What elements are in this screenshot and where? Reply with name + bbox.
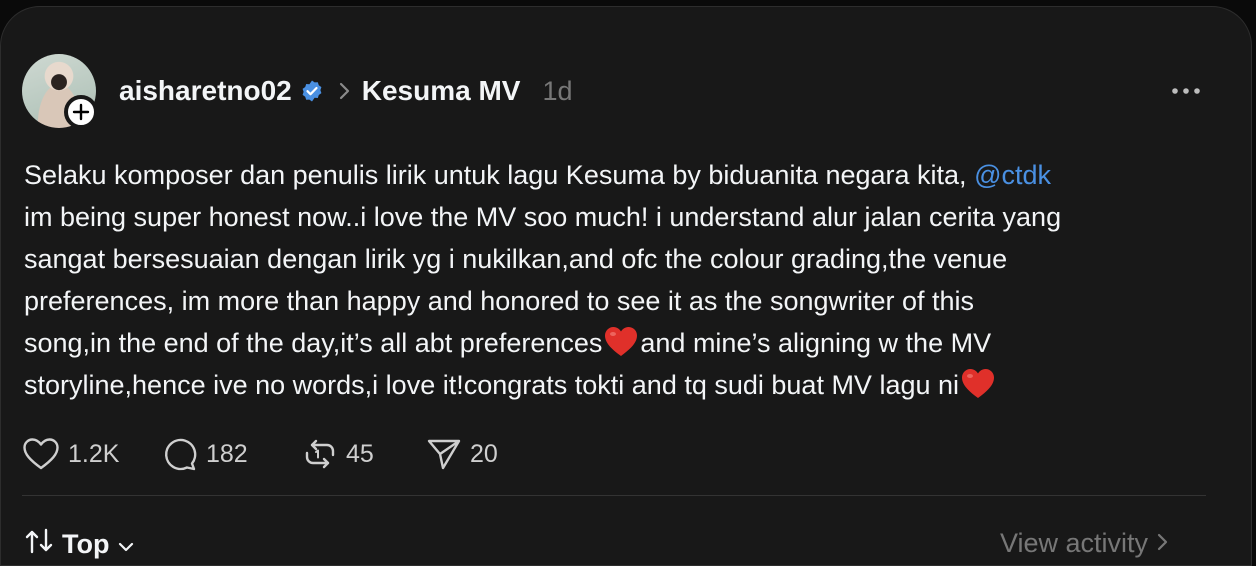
like-count: 1.2K bbox=[68, 439, 120, 468]
divider bbox=[22, 495, 1206, 496]
action-bar: 1.2K 182 45 20 bbox=[22, 432, 546, 476]
chevron-right-icon bbox=[338, 81, 352, 101]
comment-icon bbox=[162, 437, 198, 471]
post-timestamp: 1d bbox=[542, 75, 573, 106]
body-line: storyline,hence ive no words,i love it!c… bbox=[24, 364, 1234, 406]
view-activity-link[interactable]: View activity bbox=[1000, 528, 1170, 559]
reply-button[interactable]: 182 bbox=[162, 437, 302, 471]
view-activity-label: View activity bbox=[1000, 528, 1149, 558]
post-body: Selaku komposer dan penulis lirik untuk … bbox=[24, 154, 1234, 406]
body-line: im being super honest now..i love the MV… bbox=[24, 202, 1062, 232]
red-heart-emoji-icon bbox=[961, 368, 995, 400]
chevron-right-icon bbox=[1156, 528, 1170, 559]
send-icon bbox=[426, 437, 462, 471]
post-header: aisharetno02 Kesuma MV 1d bbox=[119, 72, 573, 110]
body-line: Selaku komposer dan penulis lirik untuk … bbox=[24, 160, 1052, 190]
heart-icon bbox=[22, 437, 60, 471]
topic-link[interactable]: Kesuma MV bbox=[362, 75, 521, 107]
repost-icon bbox=[302, 437, 338, 471]
chevron-down-icon bbox=[117, 529, 135, 560]
sort-arrows-icon bbox=[24, 528, 54, 561]
username-link[interactable]: aisharetno02 bbox=[119, 75, 292, 107]
more-dots-icon[interactable] bbox=[1166, 78, 1206, 104]
mention-link[interactable]: @ctdk bbox=[974, 160, 1051, 190]
repost-count: 45 bbox=[346, 439, 374, 468]
repost-button[interactable]: 45 bbox=[302, 437, 426, 471]
red-heart-emoji-icon bbox=[604, 326, 638, 358]
body-line: song,in the end of the day,it’s all abt … bbox=[24, 326, 992, 358]
body-line: sangat bersesuaian dengan lirik yg i nuk… bbox=[24, 244, 1008, 274]
verified-badge-icon bbox=[300, 79, 324, 103]
body-line: preferences, im more than happy and hono… bbox=[24, 286, 975, 316]
like-button[interactable]: 1.2K bbox=[22, 437, 162, 471]
follow-plus-icon[interactable] bbox=[64, 95, 98, 129]
reply-count: 182 bbox=[206, 439, 248, 468]
sort-label: Top bbox=[62, 529, 110, 559]
share-button[interactable]: 20 bbox=[426, 437, 546, 471]
sort-toggle[interactable]: Top bbox=[24, 528, 135, 561]
share-count: 20 bbox=[470, 439, 498, 468]
